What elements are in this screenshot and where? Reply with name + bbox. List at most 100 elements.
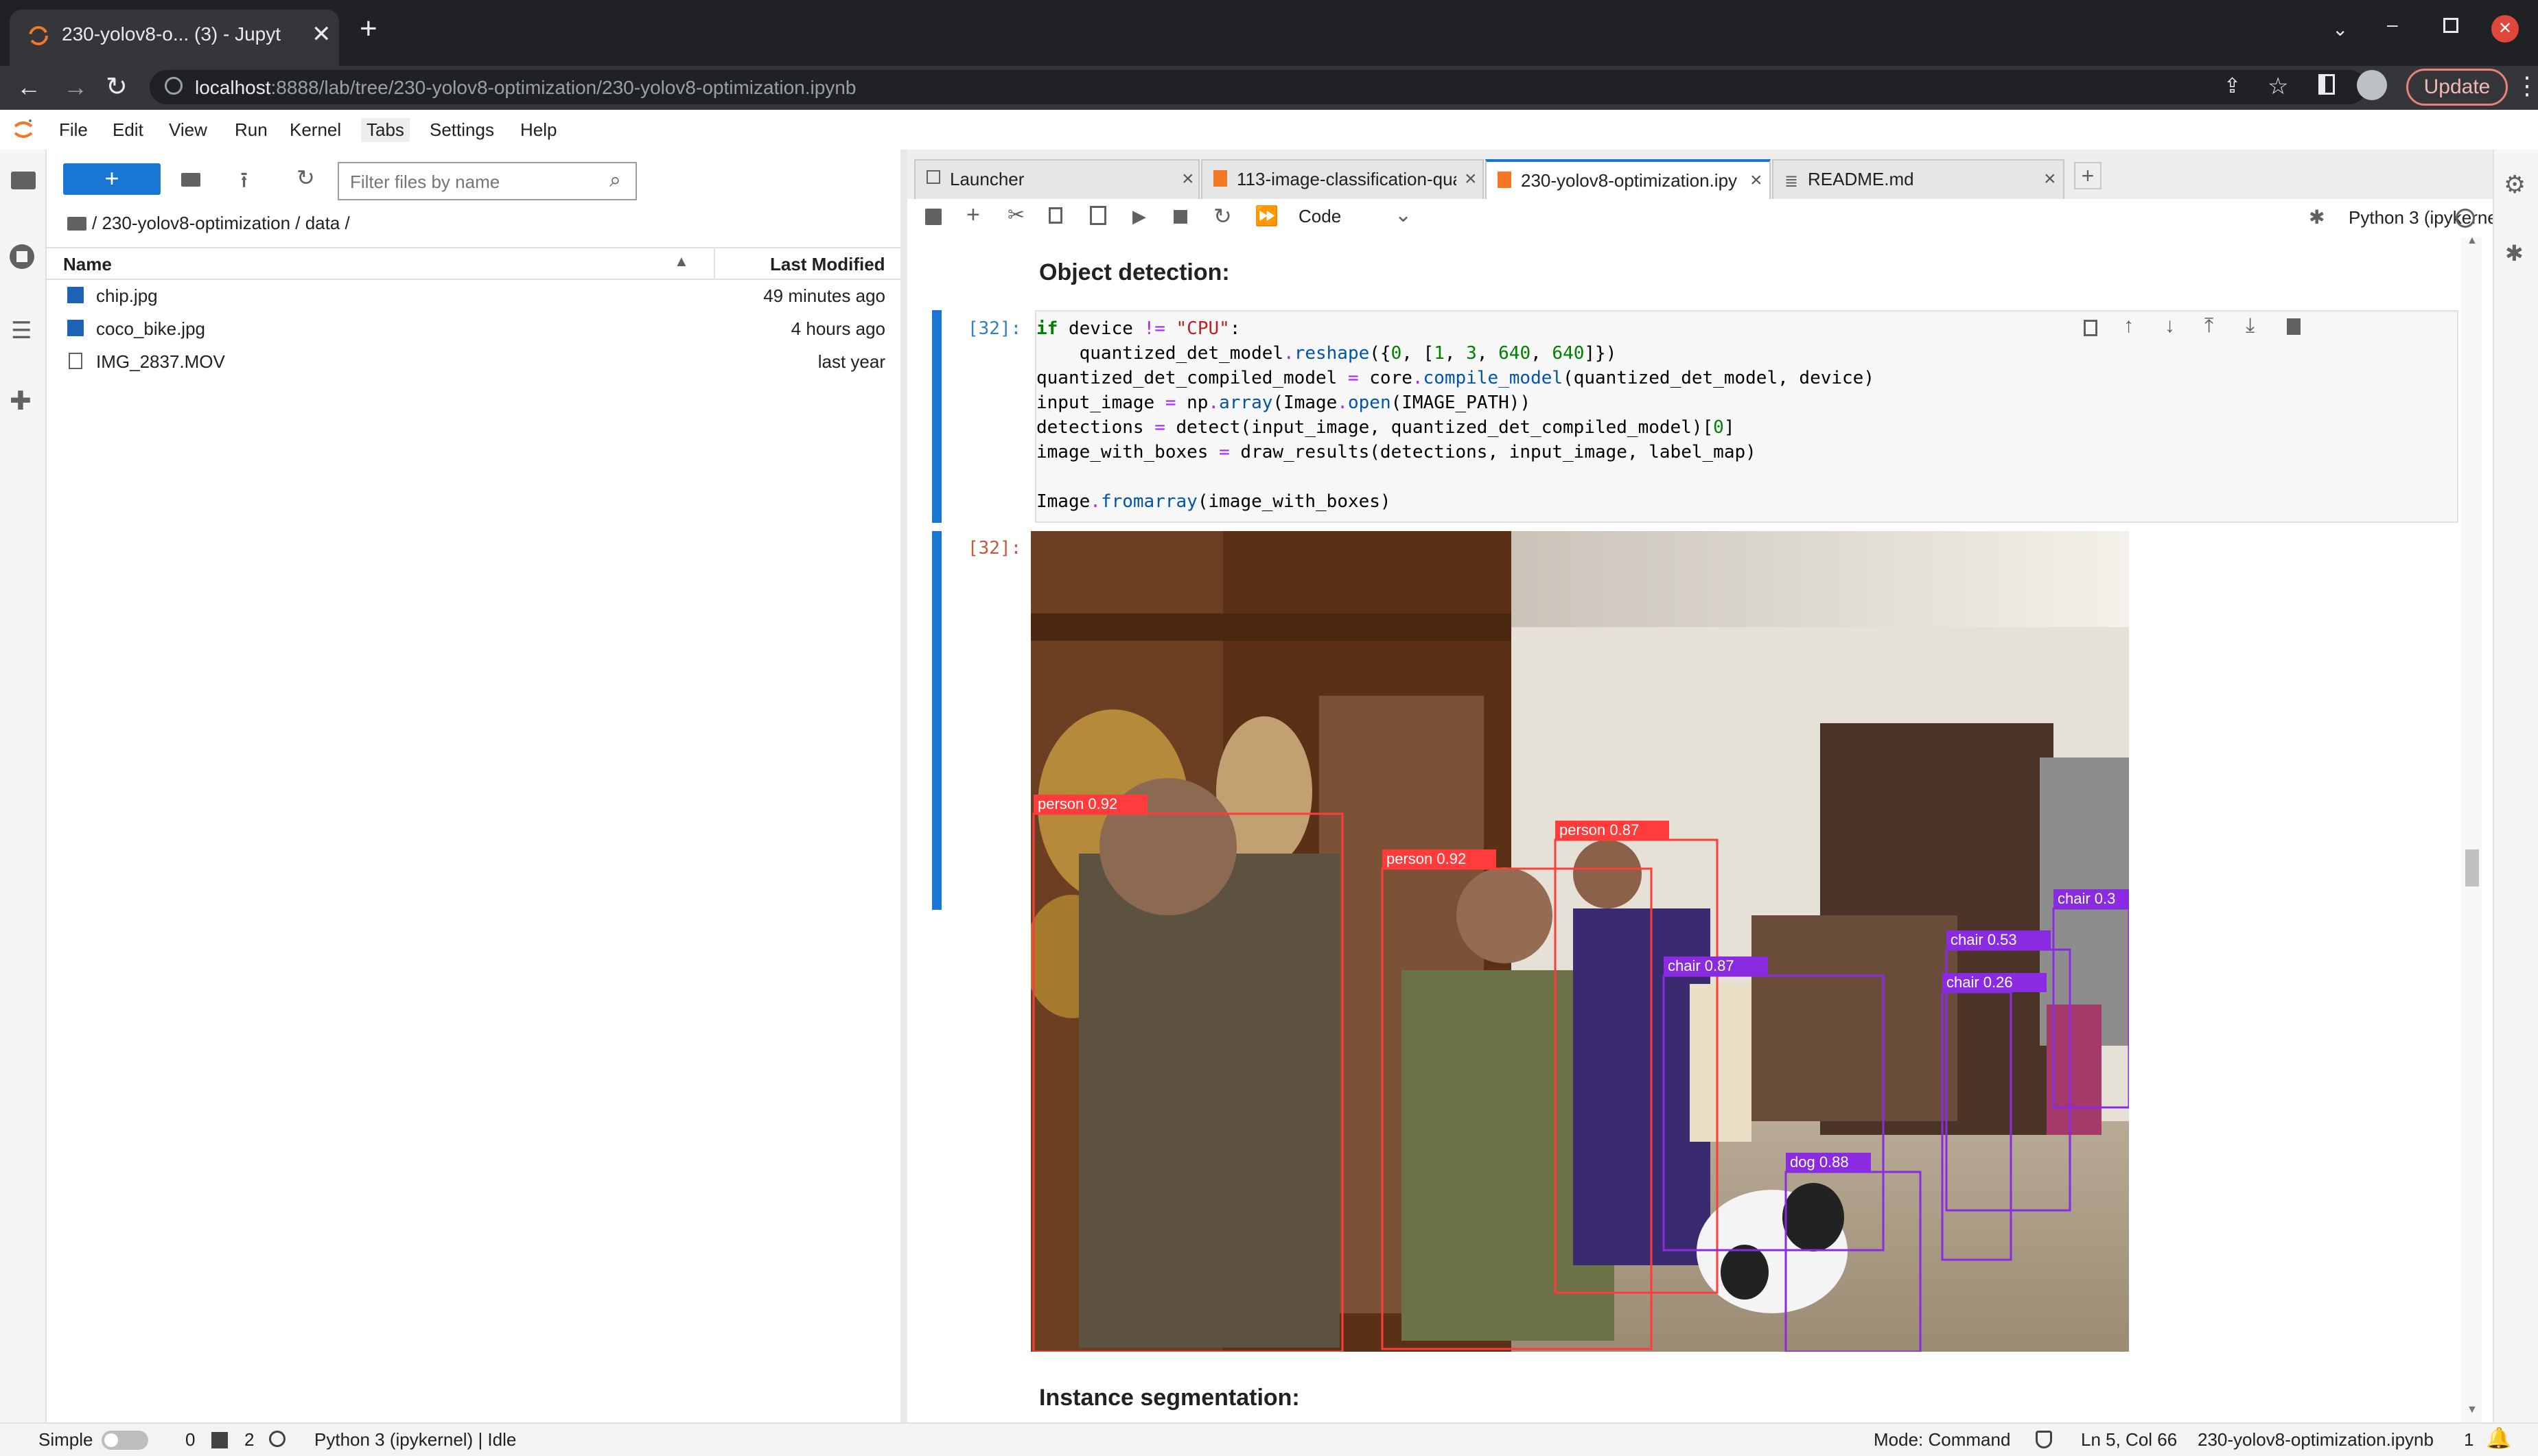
paste-icon[interactable] [1090, 206, 1106, 225]
scroll-down-icon[interactable]: ▼ [2467, 1404, 2478, 1416]
save-icon[interactable] [925, 209, 942, 225]
command-mode: Mode: Command [1874, 1429, 2011, 1450]
terminal-icon [211, 1432, 228, 1448]
close-icon[interactable]: × [1182, 167, 1194, 191]
current-filename: 230-yolov8-optimization.ipynb [2198, 1429, 2434, 1450]
update-button[interactable]: Update [2406, 69, 2508, 106]
share-icon[interactable]: ⇪ [2224, 74, 2241, 98]
move-down-icon[interactable]: ↓ [2165, 314, 2175, 338]
move-up-icon[interactable]: ↑ [2123, 314, 2134, 338]
code-line: input_image = np.array(Image.open(IMAGE_… [1036, 392, 1531, 413]
copy-icon[interactable] [1049, 207, 1062, 224]
tab-search-icon[interactable]: ⌄ [2332, 18, 2348, 40]
folder-icon[interactable] [11, 172, 36, 189]
panel-splitter[interactable] [900, 150, 907, 1422]
close-tab-icon[interactable]: ✕ [312, 21, 331, 48]
insert-above-icon[interactable]: ⤒ [2204, 314, 2213, 338]
menu-file[interactable]: File [59, 119, 88, 141]
address-bar[interactable]: localhost:8888/lab/tree/230-yolov8-optim… [150, 70, 2366, 104]
menu-run[interactable]: Run [235, 119, 268, 141]
running-icon[interactable] [10, 244, 34, 269]
refresh-icon[interactable]: ↻ [296, 165, 315, 191]
trusted-shield-icon[interactable] [2036, 1431, 2052, 1448]
forward-icon[interactable]: → [63, 73, 88, 102]
restore-icon[interactable] [2443, 18, 2458, 33]
bell-icon[interactable]: 🔔 [2486, 1426, 2511, 1451]
right-sidebar: ⚙ ✱ [2493, 150, 2538, 1422]
filter-files-input[interactable]: Filter files by name ⌕ [338, 162, 637, 200]
tab-readme[interactable]: ≣ README.md × [1772, 159, 2064, 199]
new-tab-icon[interactable]: + [360, 14, 377, 44]
debugger-panel-icon[interactable]: ✱ [2505, 240, 2524, 266]
browser-menu-icon[interactable]: ⋮ [2515, 71, 2538, 100]
column-last-modified[interactable]: Last Modified [770, 254, 885, 275]
close-icon[interactable]: × [1750, 169, 1762, 192]
close-icon[interactable]: × [2044, 167, 2056, 191]
back-icon[interactable]: ← [16, 73, 41, 102]
menu-tabs[interactable]: Tabs [361, 118, 410, 142]
insert-cell-icon[interactable]: + [966, 202, 980, 228]
insert-below-icon[interactable]: ⤓ [2246, 314, 2255, 338]
kernel-status[interactable]: Python 3 (ipykernel) | Idle [314, 1429, 516, 1451]
minimize-icon[interactable]: – [2387, 14, 2398, 36]
menu-settings[interactable]: Settings [430, 119, 494, 141]
file-list-header: Name ▲ Last Modified [47, 247, 900, 280]
property-inspector-icon[interactable]: ⚙ [2504, 170, 2526, 199]
run-icon[interactable]: ▶ [1132, 206, 1146, 227]
notebook-icon [1498, 172, 1511, 188]
menu-help[interactable]: Help [520, 119, 557, 141]
restart-icon[interactable]: ↻ [1213, 203, 1232, 229]
toc-icon[interactable]: ☰ [11, 317, 32, 344]
cell-type-select[interactable]: Code ⌄ [1299, 204, 1415, 231]
breadcrumb-folder-icon[interactable] [67, 217, 86, 231]
site-info-icon[interactable] [165, 77, 183, 95]
kernel-count[interactable]: 2 [244, 1429, 254, 1451]
new-folder-icon[interactable] [181, 173, 200, 187]
fast-forward-icon[interactable]: ⏩ [1255, 204, 1279, 227]
column-name[interactable]: Name [63, 254, 112, 275]
extension-icon[interactable]: ✚ [10, 386, 32, 416]
tab-230-notebook[interactable]: 230-yolov8-optimization.ipy × [1485, 159, 1771, 200]
menu-edit[interactable]: Edit [113, 119, 143, 141]
reload-icon[interactable]: ↻ [106, 71, 128, 102]
scrollbar-thumb[interactable] [2465, 849, 2479, 886]
scroll-up-icon[interactable]: ▲ [2467, 237, 2478, 247]
file-row[interactable]: IMG_2837.MOV last year [47, 346, 900, 377]
window-close-icon[interactable]: ✕ [2491, 15, 2519, 43]
cut-icon[interactable]: ✂ [1008, 203, 1025, 227]
tab-launcher[interactable]: Launcher × [914, 159, 1200, 199]
cursor-position[interactable]: Ln 5, Col 66 [2081, 1429, 2177, 1451]
detection-label: dog 0.88 [1790, 1153, 1849, 1171]
duplicate-cell-icon[interactable] [2084, 320, 2097, 336]
upload-icon[interactable]: ⭱ [240, 165, 248, 202]
detection-output-image: person 0.92 person 0.92 person 0.87 chair 0… [1031, 531, 2129, 1352]
menu-kernel[interactable]: Kernel [290, 119, 341, 141]
new-launcher-button[interactable]: + [63, 163, 161, 195]
detection-label: chair 0.3 [2058, 890, 2115, 907]
browser-tab[interactable]: 230-yolov8-o... (3) - Jupyt ✕ [10, 10, 339, 66]
terminal-count[interactable]: 0 [185, 1429, 195, 1451]
menubar: File Edit View Run Kernel Tabs Settings … [0, 110, 2538, 151]
bookmark-star-icon[interactable]: ☆ [2268, 73, 2288, 100]
breadcrumb[interactable]: / 230-yolov8-optimization / data / [92, 213, 350, 234]
cell-collapser[interactable] [932, 310, 942, 523]
close-icon[interactable]: × [1465, 167, 1477, 191]
tab-113-notebook[interactable]: 113-image-classification-qua × [1201, 159, 1484, 199]
delete-cell-icon[interactable] [2287, 318, 2301, 335]
simple-mode-toggle[interactable] [102, 1431, 148, 1450]
profile-avatar-icon[interactable] [2357, 70, 2387, 100]
add-tab-icon[interactable]: + [2074, 162, 2102, 189]
notebook-scrollbar[interactable]: ▲ ▼ [2461, 237, 2482, 1422]
code-line: Image.fromarray(image_with_boxes) [1036, 491, 1391, 512]
debugger-icon[interactable]: ✱ [2309, 206, 2325, 228]
side-panel-icon[interactable] [2318, 74, 2335, 95]
menu-view[interactable]: View [169, 119, 207, 141]
browser-tab-title: 230-yolov8-o... (3) - Jupyt [62, 23, 281, 45]
file-row[interactable]: chip.jpg 49 minutes ago [47, 280, 900, 312]
stop-icon[interactable] [1174, 210, 1187, 224]
output-collapser[interactable] [932, 531, 942, 910]
kernel-name[interactable]: Python 3 (ipykernel) [2349, 207, 2507, 228]
notification-count[interactable]: 1 [2464, 1429, 2473, 1451]
file-row[interactable]: coco_bike.jpg 4 hours ago [47, 313, 900, 344]
code-cell-editor[interactable]: if device != "CPU": quantized_det_model.… [1035, 310, 2458, 523]
